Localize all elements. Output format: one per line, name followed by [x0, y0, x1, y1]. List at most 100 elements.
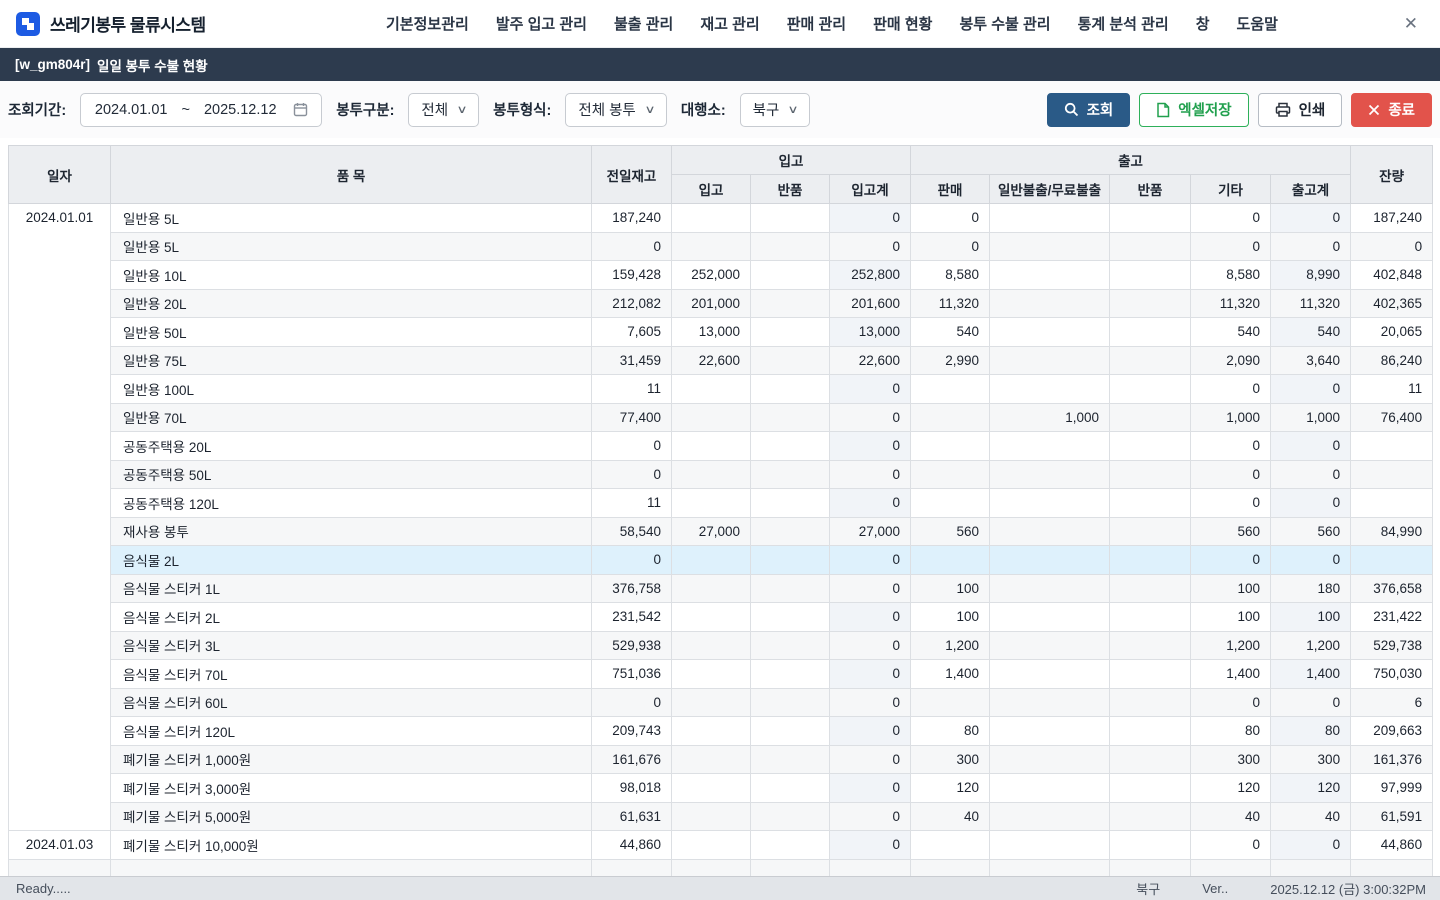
value-cell[interactable] — [1110, 546, 1191, 575]
date-cell[interactable]: 2024.01.03 — [9, 831, 111, 860]
period-from-value[interactable]: 2024.01.01 — [95, 102, 168, 118]
value-cell[interactable]: 0 — [1191, 432, 1271, 461]
value-cell[interactable]: 120 — [911, 774, 990, 803]
value-cell[interactable] — [911, 546, 990, 575]
item-cell[interactable]: 음식물 스티커 1L — [111, 574, 592, 603]
value-cell[interactable]: 201,600 — [830, 289, 911, 318]
value-cell[interactable] — [1351, 460, 1433, 489]
value-cell[interactable] — [1110, 318, 1191, 347]
value-cell[interactable] — [751, 745, 830, 774]
value-cell[interactable] — [751, 802, 830, 831]
item-cell[interactable]: 재사용 봉투 — [111, 517, 592, 546]
item-cell[interactable]: 일반용 50L — [111, 318, 592, 347]
value-cell[interactable] — [990, 774, 1110, 803]
value-cell[interactable] — [990, 289, 1110, 318]
value-cell[interactable]: 3,640 — [1271, 346, 1351, 375]
menu-item-window[interactable]: 창 — [1196, 13, 1210, 34]
value-cell[interactable]: 0 — [592, 688, 672, 717]
value-cell[interactable] — [1110, 489, 1191, 518]
value-cell[interactable] — [1110, 261, 1191, 290]
col-header-date[interactable]: 일자 — [9, 146, 111, 204]
value-cell[interactable]: 120 — [1191, 774, 1271, 803]
menu-item-sales-mgmt[interactable]: 판매 관리 — [787, 13, 846, 34]
search-button[interactable]: 조회 — [1047, 93, 1131, 127]
value-cell[interactable]: 11,320 — [911, 289, 990, 318]
table-row[interactable]: 공동주택용 120L11000 — [9, 489, 1433, 518]
table-row[interactable]: 재사용 봉투58,54027,00027,00056056056084,990 — [9, 517, 1433, 546]
value-cell[interactable]: 252,000 — [672, 261, 751, 290]
value-cell[interactable]: 0 — [830, 546, 911, 575]
menu-item-help[interactable]: 도움말 — [1237, 13, 1278, 34]
value-cell[interactable]: 0 — [1271, 432, 1351, 461]
menu-item-inventory[interactable]: 재고 관리 — [700, 13, 759, 34]
value-cell[interactable]: 376,658 — [1351, 574, 1433, 603]
value-cell[interactable]: 209,663 — [1351, 717, 1433, 746]
value-cell[interactable] — [751, 631, 830, 660]
col-header-out-return[interactable]: 반품 — [1110, 175, 1191, 204]
value-cell[interactable] — [990, 261, 1110, 290]
value-cell[interactable]: 2,090 — [1191, 346, 1271, 375]
item-cell[interactable]: 음식물 스티커 60L — [111, 688, 592, 717]
excel-save-button[interactable]: 엑셀저장 — [1139, 93, 1248, 127]
col-header-item[interactable]: 품 목 — [111, 146, 592, 204]
value-cell[interactable] — [751, 232, 830, 261]
calendar-icon[interactable] — [293, 102, 308, 117]
value-cell[interactable]: 27,000 — [672, 517, 751, 546]
menu-item-dispatch[interactable]: 불출 관리 — [614, 13, 673, 34]
item-cell[interactable]: 폐기물 스티커 1,000원 — [111, 745, 592, 774]
value-cell[interactable] — [1110, 574, 1191, 603]
value-cell[interactable] — [751, 603, 830, 632]
value-cell[interactable]: 180 — [1271, 574, 1351, 603]
value-cell[interactable]: 100 — [1191, 603, 1271, 632]
value-cell[interactable]: 161,376 — [1351, 745, 1433, 774]
value-cell[interactable] — [1110, 660, 1191, 689]
value-cell[interactable]: 1,400 — [1271, 660, 1351, 689]
value-cell[interactable]: 252,800 — [830, 261, 911, 290]
value-cell[interactable]: 98,018 — [592, 774, 672, 803]
col-header-out-total[interactable]: 출고계 — [1271, 175, 1351, 204]
value-cell[interactable] — [751, 774, 830, 803]
value-cell[interactable]: 80 — [1191, 717, 1271, 746]
value-cell[interactable]: 11 — [1351, 375, 1433, 404]
value-cell[interactable] — [990, 346, 1110, 375]
value-cell[interactable]: 0 — [830, 574, 911, 603]
value-cell[interactable]: 560 — [1271, 517, 1351, 546]
value-cell[interactable]: 80 — [911, 717, 990, 746]
value-cell[interactable]: 11,320 — [1271, 289, 1351, 318]
value-cell[interactable] — [1110, 204, 1191, 233]
value-cell[interactable]: 0 — [830, 774, 911, 803]
value-cell[interactable] — [1110, 403, 1191, 432]
value-cell[interactable]: 1,000 — [1271, 403, 1351, 432]
value-cell[interactable] — [751, 546, 830, 575]
value-cell[interactable] — [751, 660, 830, 689]
value-cell[interactable] — [751, 831, 830, 860]
value-cell[interactable]: 0 — [830, 232, 911, 261]
value-cell[interactable]: 61,591 — [1351, 802, 1433, 831]
item-cell[interactable]: 음식물 2L — [111, 546, 592, 575]
value-cell[interactable]: 0 — [1191, 204, 1271, 233]
agency-select[interactable]: 북구 ∨ — [740, 93, 811, 127]
value-cell[interactable] — [672, 375, 751, 404]
value-cell[interactable]: 1,200 — [911, 631, 990, 660]
value-cell[interactable]: 1,000 — [1191, 403, 1271, 432]
value-cell[interactable]: 201,000 — [672, 289, 751, 318]
value-cell[interactable]: 11,320 — [1191, 289, 1271, 318]
value-cell[interactable]: 8,990 — [1271, 261, 1351, 290]
value-cell[interactable]: 22,600 — [672, 346, 751, 375]
value-cell[interactable]: 0 — [830, 375, 911, 404]
table-row[interactable]: 음식물 2L0000 — [9, 546, 1433, 575]
value-cell[interactable]: 40 — [1191, 802, 1271, 831]
item-cell[interactable]: 폐기물 스티커 10,000원 — [111, 831, 592, 860]
value-cell[interactable] — [751, 574, 830, 603]
menu-item-order-inbound[interactable]: 발주 입고 관리 — [496, 13, 587, 34]
value-cell[interactable]: 402,848 — [1351, 261, 1433, 290]
value-cell[interactable] — [751, 289, 830, 318]
col-header-etc[interactable]: 기타 — [1191, 175, 1271, 204]
item-cell[interactable]: 음식물 스티커 3L — [111, 631, 592, 660]
value-cell[interactable] — [672, 546, 751, 575]
item-cell[interactable]: 일반용 20L — [111, 289, 592, 318]
value-cell[interactable] — [990, 232, 1110, 261]
value-cell[interactable] — [672, 717, 751, 746]
item-cell[interactable]: 일반용 75L — [111, 346, 592, 375]
value-cell[interactable]: 0 — [1191, 489, 1271, 518]
